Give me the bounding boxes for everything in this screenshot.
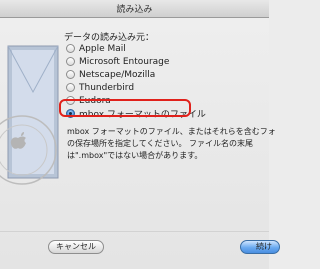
option-microsoft-entourage[interactable]: Microsoft Entourage <box>66 55 169 68</box>
option-label: Microsoft Entourage <box>79 56 170 67</box>
mail-stamp-illustration <box>0 45 59 185</box>
radio-button[interactable] <box>66 83 75 92</box>
cancel-button[interactable]: キャンセル <box>48 240 104 254</box>
continue-button[interactable]: 続け <box>240 240 280 254</box>
option-thunderbird[interactable]: Thunderbird <box>66 81 134 94</box>
option-netscape-mozilla[interactable]: Netscape/Mozilla <box>66 68 155 81</box>
description-line: の保存場所を指定してください。 ファイル名の末尾 <box>67 139 254 148</box>
option-apple-mail[interactable]: Apple Mail <box>66 42 126 55</box>
radio-button[interactable] <box>66 44 75 53</box>
option-label: Thunderbird <box>79 82 135 93</box>
description-line: は".mbox"ではない場合があります。 <box>67 151 203 160</box>
title-bar: 読み込み <box>0 0 269 18</box>
option-label: Netscape/Mozilla <box>79 69 156 80</box>
description-line: mbox フォーマットのファイル、またはそれらを含むフォ <box>67 127 276 136</box>
selection-highlight-outline <box>59 99 191 117</box>
footer-divider <box>0 231 269 232</box>
option-description: mbox フォーマットのファイル、またはそれらを含むフォ の保存場所を指定してく… <box>67 126 276 162</box>
radio-button[interactable] <box>66 70 75 79</box>
radio-button[interactable] <box>66 57 75 66</box>
window-title: 読み込み <box>116 5 153 15</box>
option-label: Apple Mail <box>79 43 126 54</box>
